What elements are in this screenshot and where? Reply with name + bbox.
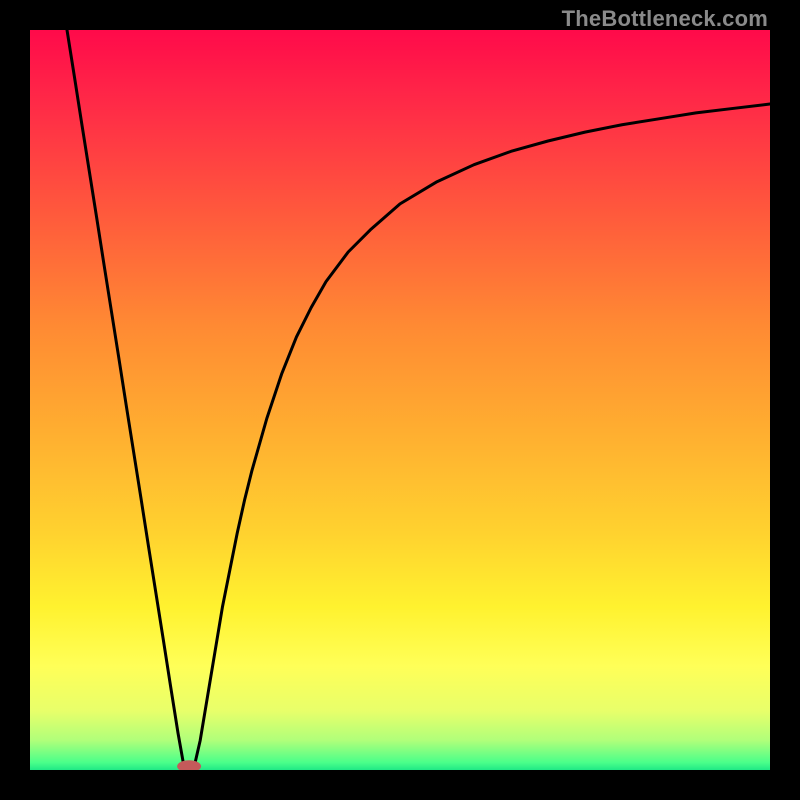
gradient-background [30,30,770,770]
chart-frame [30,30,770,770]
watermark-text: TheBottleneck.com [562,6,768,32]
bottleneck-chart [30,30,770,770]
